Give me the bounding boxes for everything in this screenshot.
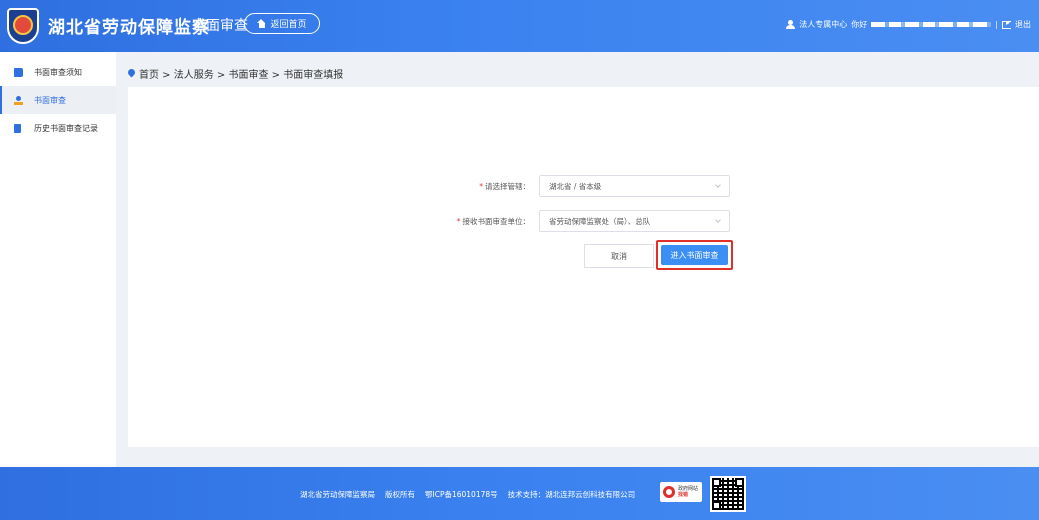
jurisdiction-select[interactable]: 湖北省 / 省本级 bbox=[539, 175, 730, 197]
separator: | bbox=[995, 20, 998, 29]
chevron-down-icon bbox=[715, 217, 721, 223]
redacted-username bbox=[871, 22, 992, 27]
receiving-unit-row: * 接收书面审查单位： 省劳动保障监察处（局）、总队 bbox=[420, 210, 730, 232]
footer-org: 湖北省劳动保障监察局 bbox=[300, 490, 375, 499]
jurisdiction-row: * 请选择管辖： 湖北省 / 省本级 bbox=[420, 175, 730, 197]
person-icon bbox=[14, 95, 23, 105]
user-icon bbox=[786, 20, 796, 29]
chevron-down-icon bbox=[715, 182, 721, 188]
footer-tech: 技术支持：湖北连邦云创科技有限公司 bbox=[507, 490, 636, 499]
breadcrumb: 首页 > 法人服务 > 书面审查 > 书面审查填报 bbox=[128, 66, 343, 81]
site-title: 湖北省劳动保障监察 bbox=[48, 18, 210, 38]
footer-icp[interactable]: 鄂ICP备16010178号 bbox=[425, 489, 498, 500]
enter-review-button[interactable]: 进入书面审查 bbox=[661, 245, 728, 265]
breadcrumb-text: 首页 > 法人服务 > 书面审查 > 书面审查填报 bbox=[139, 70, 344, 81]
section-title: 书面审查 bbox=[192, 18, 248, 34]
footer-text: 湖北省劳动保障监察局 版权所有 鄂ICP备16010178号 技术支持：湖北连邦… bbox=[300, 489, 635, 500]
logout-link[interactable]: 退出 bbox=[1015, 19, 1031, 30]
cancel-button[interactable]: 取消 bbox=[584, 244, 654, 268]
emblem-logo bbox=[7, 8, 39, 44]
document-icon bbox=[14, 123, 21, 133]
footer: 湖北省劳动保障监察局 版权所有 鄂ICP备16010178号 技术支持：湖北连邦… bbox=[0, 467, 1039, 520]
receiving-unit-label: * 接收书面审查单位： bbox=[456, 216, 530, 226]
receiving-unit-value: 省劳动保障监察处（局）、总队 bbox=[549, 216, 651, 226]
user-center-link[interactable]: 法人专属中心 bbox=[799, 19, 847, 30]
home-button-label: 返回首页 bbox=[270, 20, 307, 30]
user-area: 法人专属中心 你好 | 退出 bbox=[786, 18, 1031, 30]
footer-rights: 版权所有 bbox=[385, 490, 415, 499]
gov-site-error-badge[interactable]: 政府网站 找错 bbox=[660, 482, 702, 502]
header-divider bbox=[180, 17, 181, 33]
sidebar-item-label: 历史书面审查记录 bbox=[34, 123, 98, 133]
sidebar-item-notice[interactable]: 书面审查须知 bbox=[0, 58, 116, 86]
jurisdiction-value: 湖北省 / 省本级 bbox=[549, 181, 602, 191]
home-icon bbox=[257, 19, 266, 28]
sidebar-item-label: 书面审查 bbox=[34, 95, 66, 105]
sidebar-item-review[interactable]: 书面审查 bbox=[0, 86, 116, 114]
receiving-unit-select[interactable]: 省劳动保障监察处（局）、总队 bbox=[539, 210, 730, 232]
sidebar: 书面审查须知 书面审查 历史书面审查记录 bbox=[0, 52, 116, 467]
jurisdiction-label: * 请选择管辖： bbox=[479, 181, 530, 191]
sidebar-item-label: 书面审查须知 bbox=[34, 67, 82, 77]
badge-bottom: 找错 bbox=[678, 492, 689, 498]
logout-icon[interactable] bbox=[1002, 18, 1011, 29]
header: 湖北省劳动保障监察 书面审查 返回首页 法人专属中心 你好 | 退出 bbox=[0, 0, 1039, 52]
gov-site-icon bbox=[663, 486, 675, 498]
location-pin-icon bbox=[128, 69, 135, 78]
highlight-box: 进入书面审查 bbox=[656, 240, 733, 270]
qr-code bbox=[710, 476, 746, 512]
home-button[interactable]: 返回首页 bbox=[244, 13, 320, 34]
greeting: 你好 bbox=[851, 20, 868, 29]
sidebar-item-history[interactable]: 历史书面审查记录 bbox=[0, 114, 116, 142]
book-icon bbox=[14, 67, 23, 77]
